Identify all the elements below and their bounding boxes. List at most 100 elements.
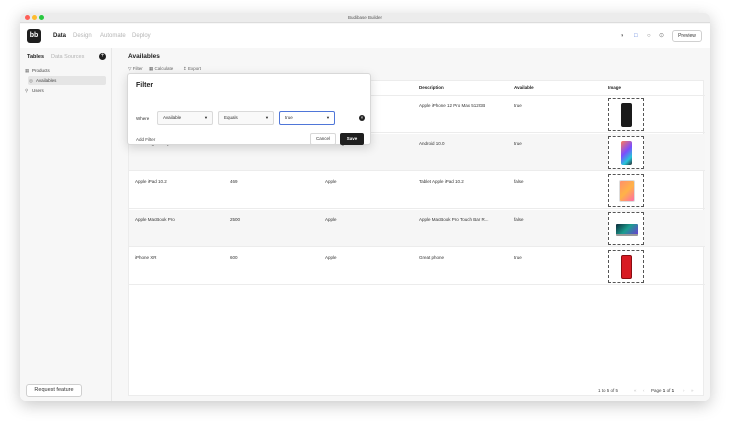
window-title: Budibase Builder bbox=[347, 15, 383, 20]
cell-available: true bbox=[514, 103, 522, 108]
filter-title: Filter bbox=[136, 82, 154, 89]
export-button[interactable]: ↥ Export bbox=[183, 65, 201, 72]
column-header-available[interactable]: Available bbox=[514, 81, 534, 95]
column-header-image[interactable]: Image bbox=[608, 81, 621, 95]
page-title: Availables bbox=[128, 53, 160, 60]
filter-field-select[interactable]: Available ▼ bbox=[157, 111, 213, 125]
add-table-button[interactable]: + bbox=[99, 53, 106, 60]
add-filter-button[interactable]: Add Filter bbox=[136, 136, 155, 143]
cell-name: Apple MacBook Pro bbox=[135, 217, 175, 222]
cell-price: 600 bbox=[230, 255, 238, 260]
filter-button-label: Filter bbox=[132, 66, 143, 71]
chevron-down-icon: ▼ bbox=[204, 115, 208, 120]
iphone-xr-image bbox=[621, 255, 632, 279]
cell-brand: Apple bbox=[325, 179, 337, 184]
page-indicator: Page 1 of 1 bbox=[651, 385, 674, 397]
request-feature-button[interactable]: Request feature bbox=[26, 384, 82, 397]
sidebar-tab-data-sources[interactable]: Data Sources bbox=[51, 53, 84, 61]
cell-name: Apple iPad 10.2 bbox=[135, 179, 167, 184]
calculate-button-label: Calculate bbox=[154, 66, 174, 71]
calculate-button[interactable]: ▦ Calculate bbox=[149, 65, 173, 72]
filter-operator-select[interactable]: Equals ▼ bbox=[218, 111, 274, 125]
sidebar-item-products[interactable]: ▦ Products bbox=[24, 66, 106, 75]
tab-design[interactable]: Design bbox=[73, 32, 92, 40]
product-image-thumbnail[interactable] bbox=[608, 212, 644, 245]
ipad-image bbox=[619, 180, 635, 202]
cell-available: true bbox=[514, 255, 522, 260]
top-nav: bb Data Design Automate Deploy ◑ □ ○ ⊙ P… bbox=[20, 24, 710, 48]
cell-brand: Apple bbox=[325, 255, 337, 260]
row-count: 1 to 5 of 5 bbox=[598, 388, 619, 393]
product-image-thumbnail[interactable] bbox=[608, 136, 644, 169]
preview-button[interactable]: Preview bbox=[672, 30, 702, 42]
filter-operator-value: Equals bbox=[224, 115, 238, 120]
grid-footer: 1 to 5 of 5 « ‹ Page 1 of 1 › » bbox=[129, 385, 705, 397]
github-icon[interactable]: ○ bbox=[647, 32, 651, 40]
page-of: of bbox=[666, 388, 671, 393]
tab-deploy[interactable]: Deploy bbox=[132, 32, 151, 40]
filter-icon: ▽ bbox=[128, 66, 132, 71]
sidebar-item-label: Users bbox=[32, 88, 44, 93]
cell-available: false bbox=[514, 179, 524, 184]
sidebar-item-availables[interactable]: ◎ Availables bbox=[28, 76, 106, 85]
filter-value-select[interactable]: true ▼ bbox=[279, 111, 335, 125]
cell-price: 469 bbox=[230, 179, 238, 184]
product-image-thumbnail[interactable] bbox=[608, 98, 644, 131]
paint-icon[interactable]: ◑ bbox=[620, 32, 624, 40]
budibase-logo[interactable]: bb bbox=[27, 29, 41, 43]
app-window: Budibase Builder bb Data Design Automate… bbox=[20, 13, 710, 401]
chevron-down-icon: ▼ bbox=[326, 115, 330, 120]
calculator-icon: ▦ bbox=[149, 66, 154, 71]
iphone-image bbox=[621, 103, 632, 127]
cell-description: Tablet Apple iPad 10.2 bbox=[419, 179, 464, 184]
macbook-image bbox=[616, 224, 638, 236]
product-image-thumbnail[interactable] bbox=[608, 174, 644, 207]
table-icon: ▦ bbox=[25, 68, 30, 73]
sidebar: Tables Data Sources + ▦ Products ◎ Avail… bbox=[20, 48, 112, 401]
cell-description: Apple iPhone 12 Pro Max 512GB bbox=[419, 103, 486, 108]
cell-name: iPhone XR bbox=[135, 255, 157, 260]
previous-page-icon[interactable]: ‹ bbox=[643, 385, 645, 397]
samsung-phone-image bbox=[621, 141, 632, 165]
cell-brand: Apple bbox=[325, 217, 337, 222]
sidebar-item-label: Availables bbox=[36, 78, 57, 83]
page-current: 1 bbox=[662, 388, 666, 393]
cell-available: false bbox=[514, 217, 524, 222]
next-page-icon[interactable]: › bbox=[683, 385, 685, 397]
last-page-icon[interactable]: » bbox=[691, 385, 694, 397]
help-icon[interactable]: ⊙ bbox=[659, 32, 664, 40]
table-row[interactable]: Apple MacBook Pro 2500 Apple Apple MacBo… bbox=[129, 210, 705, 247]
sidebar-item-label: Products bbox=[32, 68, 50, 73]
filter-value: true bbox=[285, 115, 293, 120]
sidebar-item-users[interactable]: ⚲ Users bbox=[24, 86, 106, 95]
cell-description: Great phone bbox=[419, 255, 445, 260]
filter-button[interactable]: ▽ Filter bbox=[128, 65, 143, 72]
product-image-thumbnail[interactable] bbox=[608, 250, 644, 283]
cell-description: Android 10.0 bbox=[419, 141, 445, 146]
title-bar: Budibase Builder bbox=[20, 13, 710, 23]
view-icon: ◎ bbox=[29, 78, 33, 83]
cell-description: Apple MacBook Pro Touch Bar R... bbox=[419, 217, 489, 222]
cell-available: true bbox=[514, 141, 522, 146]
page-total: 1 bbox=[671, 388, 675, 393]
filter-where-label: Where bbox=[136, 116, 150, 121]
table-row[interactable]: iPhone XR 600 Apple Great phone true bbox=[129, 248, 705, 285]
filter-field-value: Available bbox=[163, 115, 182, 120]
save-button[interactable]: Save bbox=[340, 133, 364, 145]
chat-icon[interactable]: □ bbox=[634, 32, 638, 40]
column-header-description[interactable]: Description bbox=[419, 81, 444, 95]
user-icon: ⚲ bbox=[25, 88, 29, 93]
export-button-label: Export bbox=[188, 66, 202, 71]
cancel-button[interactable]: Cancel bbox=[310, 133, 336, 145]
table-row[interactable]: Apple iPad 10.2 469 Apple Tablet Apple i… bbox=[129, 172, 705, 209]
page-label: Page bbox=[651, 388, 662, 393]
chevron-down-icon: ▼ bbox=[265, 115, 269, 120]
filter-popover: Filter Where Available ▼ Equals ▼ true ▼… bbox=[127, 73, 371, 145]
sidebar-tab-tables[interactable]: Tables bbox=[27, 53, 44, 61]
cell-price: 2500 bbox=[230, 217, 241, 222]
first-page-icon[interactable]: « bbox=[634, 385, 637, 397]
tab-data[interactable]: Data bbox=[53, 32, 66, 40]
tab-automate[interactable]: Automate bbox=[100, 32, 126, 40]
export-icon: ↥ bbox=[183, 66, 187, 71]
remove-filter-icon[interactable]: × bbox=[359, 115, 365, 121]
